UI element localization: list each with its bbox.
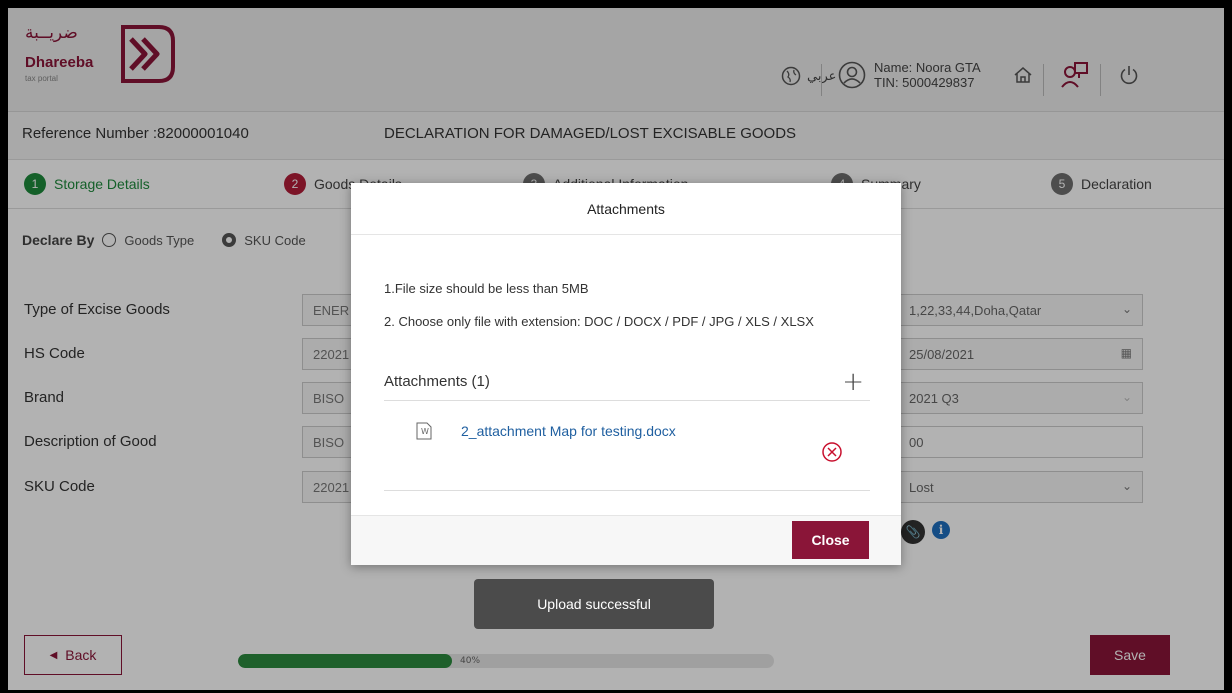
upload-toast: Upload successful [474,579,714,629]
attachment-item: W 2_attachment Map for testing.docx [384,413,870,491]
attachment-file-link[interactable]: 2_attachment Map for testing.docx [461,423,676,439]
attachments-modal: Attachments 1.File size should be less t… [351,183,901,565]
svg-text:W: W [421,427,429,436]
app-window: ضريــبة Dhareeba tax portal عربي [8,8,1224,690]
file-extension-note: 2. Choose only file with extension: DOC … [384,314,814,329]
remove-attachment-icon[interactable] [821,441,843,463]
add-attachment-button[interactable]: + [842,367,864,397]
word-document-icon: W [416,422,432,440]
file-size-note: 1.File size should be less than 5MB [384,281,589,296]
attachments-list-header: Attachments (1) + [384,367,870,401]
attachments-count-label: Attachments (1) [384,373,490,390]
close-button[interactable]: Close [792,521,869,559]
modal-title: Attachments [351,183,901,235]
